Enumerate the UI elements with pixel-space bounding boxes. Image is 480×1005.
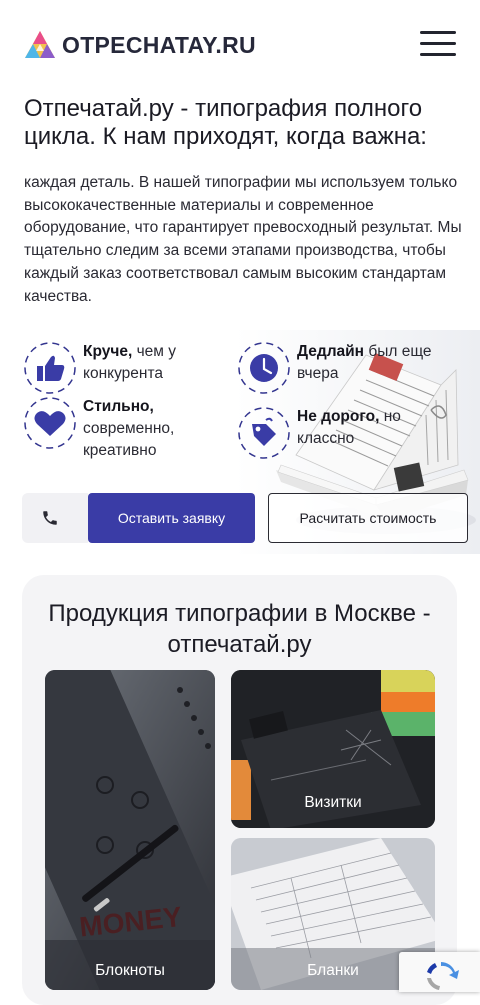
product-card-notebooks[interactable]: MONEY Блокноты (45, 670, 215, 990)
feature-bold: Круче, (83, 343, 133, 360)
heart-icon (23, 396, 77, 450)
hero-description: каждая деталь. В нашей типографии мы исп… (24, 174, 462, 305)
logo[interactable]: OTPECHATAY.RU (24, 30, 256, 60)
phone-icon (43, 511, 57, 525)
feature-bold: Дедлайн (297, 343, 365, 360)
recaptcha-badge[interactable] (399, 952, 480, 992)
hero-title: Отпечатай.ру - типография полного цикла.… (24, 95, 427, 150)
calculate-cost-button[interactable]: Расчитать стоимость (268, 493, 468, 543)
notebook-photo: MONEY (45, 670, 215, 990)
card-label: Визитки (304, 794, 362, 811)
feature-deadline: Дедлайн был еще вчера (237, 341, 457, 395)
site-header: OTPECHATAY.RU (0, 0, 480, 90)
card-label: Блокноты (95, 962, 165, 979)
feature-bold: Не дорого, (297, 408, 380, 425)
feature-bold: Стильно, (83, 398, 154, 415)
thumbs-up-icon (23, 341, 77, 395)
feature-stylish: Стильно, современно, креативно (23, 396, 223, 462)
recaptcha-icon (427, 962, 459, 990)
feature-better-than-competitor: Круче, чем у конкурента (23, 341, 223, 395)
clock-icon (237, 341, 291, 395)
logo-text: OTPECHATAY.RU (62, 31, 256, 58)
feature-affordable: Не дорого, но классно (237, 406, 437, 460)
logo-triangle-icon (25, 31, 55, 58)
price-tag-icon (237, 406, 291, 460)
product-card-business-cards[interactable]: Визитки (231, 670, 435, 828)
hamburger-menu-icon[interactable] (420, 31, 456, 57)
feature-text: современно, креативно (83, 420, 175, 459)
phone-button[interactable] (22, 493, 88, 543)
products-title: Продукция типографии в Москве - отпечата… (48, 600, 431, 658)
request-button[interactable]: Оставить заявку (88, 493, 255, 543)
